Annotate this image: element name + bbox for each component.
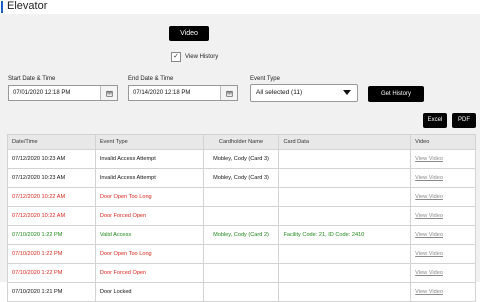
cell-datetime: 07/12/2020 10:22 AM xyxy=(7,187,96,207)
main-panel: Video ✓ View History Start Date & Time 0… xyxy=(0,14,480,302)
excel-export-button[interactable]: Excel xyxy=(423,113,447,128)
start-date-field[interactable]: 07/01/2020 12:18 PM xyxy=(8,85,118,101)
view-video-link[interactable]: View Video xyxy=(410,263,476,283)
cell-card-data xyxy=(278,168,412,188)
event-type-select[interactable]: All selected (11) xyxy=(250,84,358,102)
view-video-link[interactable]: View Video xyxy=(410,282,476,302)
view-video-link[interactable]: View Video xyxy=(410,187,476,207)
end-date-label: End Date & Time xyxy=(128,76,174,82)
table-row: 07/12/2020 10:22 AM Door Open Too Long Vie… xyxy=(7,187,476,207)
end-date-value: 07/14/2020 12:18 PM xyxy=(133,90,191,96)
view-history-toggle[interactable]: ✓ View History xyxy=(171,52,218,62)
title-accent-bar xyxy=(1,1,3,13)
view-history-label: View History xyxy=(185,54,219,60)
cell-event-type: Door Locked xyxy=(94,282,204,302)
view-history-checkbox[interactable]: ✓ xyxy=(171,52,181,62)
view-video-link[interactable]: View Video xyxy=(410,149,476,169)
cell-cardholder xyxy=(202,263,280,283)
column-header-event-type[interactable]: Event Type xyxy=(94,134,204,150)
chevron-down-icon xyxy=(343,90,351,95)
end-date-field[interactable]: 07/14/2020 12:18 PM xyxy=(128,85,238,101)
pdf-export-button[interactable]: PDF xyxy=(452,113,476,128)
column-header-cardholder[interactable]: Cardholder Name xyxy=(202,134,280,150)
start-date-label: Start Date & Time xyxy=(8,76,56,82)
page-title: Elevator xyxy=(7,0,48,12)
cell-event-type: Door Forced Open xyxy=(94,263,204,283)
view-video-link[interactable]: View Video xyxy=(410,225,476,245)
event-type-value: All selected (11) xyxy=(256,89,303,96)
cell-cardholder: Mobley, Cody (Card 2) xyxy=(202,225,280,245)
column-header-datetime[interactable]: Date/Time xyxy=(7,134,96,150)
cell-datetime: 07/12/2020 10:23 AM xyxy=(7,168,96,188)
cell-event-type: Door Open Too Long xyxy=(94,187,204,207)
event-type-label: Event Type xyxy=(250,76,280,82)
history-table: Date/Time Event Type Cardholder Name Car… xyxy=(7,134,476,302)
view-video-link[interactable]: View Video xyxy=(410,168,476,188)
cell-event-type: Invalid Access Attempt xyxy=(94,149,204,169)
view-video-link[interactable]: View Video xyxy=(410,244,476,264)
cell-card-data xyxy=(278,263,412,283)
start-date-value: 07/01/2020 12:18 PM xyxy=(13,90,71,96)
video-button[interactable]: Video xyxy=(169,26,209,41)
column-header-video[interactable]: Video xyxy=(410,134,476,150)
cell-datetime: 07/10/2020 1:22 PM xyxy=(7,263,96,283)
table-row: 07/12/2020 10:23 AM Invalid Access Attemp… xyxy=(7,149,476,169)
table-row: 07/10/2020 1:22 PM Valid Access Mobley, Co… xyxy=(7,225,476,245)
cell-datetime: 07/10/2020 1:22 PM xyxy=(7,244,96,264)
cell-datetime: 07/10/2020 1:21 PM xyxy=(7,282,96,302)
table-row: 07/10/2020 1:22 PM Door Forced Open View V… xyxy=(7,263,476,283)
cell-cardholder: Mobley, Cody (Card 3) xyxy=(202,149,280,169)
cell-cardholder xyxy=(202,187,280,207)
cell-event-type: Door Forced Open xyxy=(94,206,204,226)
cell-cardholder xyxy=(202,206,280,226)
cell-datetime: 07/12/2020 10:22 AM xyxy=(7,206,96,226)
cell-cardholder: Mobley, Cody (Card 3) xyxy=(202,168,280,188)
cell-cardholder xyxy=(202,282,280,302)
table-row: 07/12/2020 10:23 AM Invalid Access Attemp… xyxy=(7,168,476,188)
cell-card-data xyxy=(278,187,412,207)
table-row: 07/12/2020 10:22 AM Door Forced Open View … xyxy=(7,206,476,226)
cell-event-type: Valid Access xyxy=(94,225,204,245)
calendar-icon[interactable] xyxy=(100,86,117,100)
cell-datetime: 07/12/2020 10:23 AM xyxy=(7,149,96,169)
column-header-card-data[interactable]: Card Data xyxy=(278,134,412,150)
cell-card-data xyxy=(278,149,412,169)
table-header-row: Date/Time Event Type Cardholder Name Car… xyxy=(7,134,476,150)
cell-event-type: Invalid Access Attempt xyxy=(94,168,204,188)
cell-card-data xyxy=(278,206,412,226)
get-history-button[interactable]: Get History xyxy=(368,86,424,102)
cell-datetime: 07/10/2020 1:22 PM xyxy=(7,225,96,245)
calendar-icon[interactable] xyxy=(220,86,237,100)
title-bar: Elevator xyxy=(0,0,480,14)
cell-card-data xyxy=(278,282,412,302)
view-video-link[interactable]: View Video xyxy=(410,206,476,226)
cell-event-type: Door Open Too Long xyxy=(94,244,204,264)
cell-cardholder xyxy=(202,244,280,264)
cell-card-data xyxy=(278,244,412,264)
cell-card-data: Facility Code: 21, ID Code: 2410 xyxy=(278,225,412,245)
table-row: 07/10/2020 1:22 PM Door Open Too Long View… xyxy=(7,244,476,264)
table-row: 07/10/2020 1:21 PM Door Locked View Video xyxy=(7,282,476,302)
